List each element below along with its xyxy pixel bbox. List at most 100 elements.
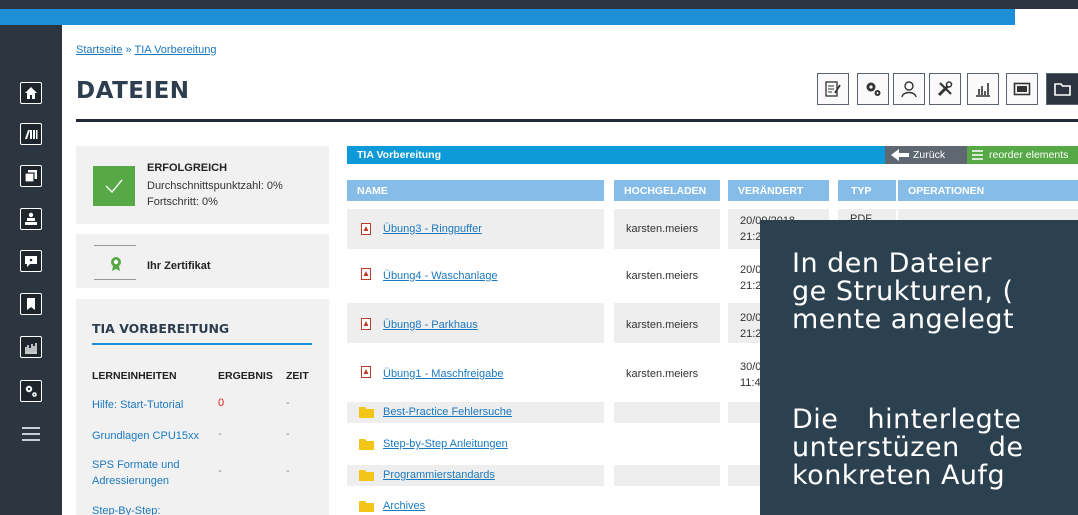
tools-icon (937, 81, 953, 97)
folder-icon (359, 439, 374, 450)
folder-link[interactable]: Archives (383, 500, 425, 512)
column-header-type[interactable]: TYP (838, 180, 896, 201)
nav-library-button[interactable] (20, 123, 42, 145)
page-title: DATEIEN (76, 78, 190, 104)
average-score: Durchschnittspunktzahl: 0% (147, 180, 283, 192)
nav-settings-button[interactable] (20, 380, 42, 402)
stats-icon (976, 83, 990, 97)
user-icon (901, 81, 917, 98)
bookmark-icon (27, 298, 35, 310)
reorder-elements-button[interactable]: reorder elements (967, 146, 1078, 164)
check-icon (105, 179, 123, 194)
course-title-underline (92, 343, 312, 345)
column-header-operations: OPERATIONEN (898, 180, 1078, 201)
screen-icon (1013, 82, 1031, 96)
unit-link[interactable]: SPS Formate und Adressierungen (92, 457, 202, 489)
nav-bookmark-button[interactable] (20, 293, 42, 315)
folder-icon (359, 470, 374, 481)
back-button-label: Zurück (913, 149, 946, 161)
reorder-button-label: reorder elements (989, 149, 1069, 161)
nav-home-button[interactable] (20, 82, 42, 104)
breadcrumb-separator: » (125, 44, 132, 56)
column-header-uploaded[interactable]: HOCHGELADEN (614, 180, 720, 201)
library-icon (25, 130, 38, 139)
list-icon (972, 150, 983, 160)
folder-icon (359, 501, 374, 512)
time-column-header: ZEIT (286, 370, 309, 382)
stats-button[interactable] (967, 73, 999, 105)
nav-copy-button[interactable] (20, 165, 42, 187)
certificate-card[interactable]: Ihr Zertifikat (76, 234, 329, 288)
edit-icon (825, 81, 841, 97)
nav-podium-button[interactable] (20, 208, 42, 230)
top-accent-bar (0, 9, 1015, 25)
user-button[interactable] (893, 73, 925, 105)
menu-icon[interactable] (22, 427, 40, 441)
overlay-text: In den Dateier (792, 248, 992, 279)
file-uploader: karsten.meiers (626, 270, 699, 282)
pdf-file-icon (361, 366, 371, 378)
unit-result: - (218, 465, 222, 477)
files-panel-header: TIA Vorbereitung (347, 146, 885, 164)
folder-link[interactable]: Best-Practice Fehlersuche (383, 406, 512, 418)
course-status-card: ERFOLGREICH Durchschnittspunktzahl: 0% F… (76, 146, 329, 224)
overlay-text: unterstüzen de (792, 432, 1024, 463)
copy-icon (24, 170, 37, 183)
gears-icon (25, 385, 37, 397)
help-overlay: In den Dateier ge Strukturen, ( mente an… (760, 220, 1078, 515)
column-header-name[interactable]: NAME (347, 180, 604, 201)
folder-icon (1054, 83, 1071, 96)
settings-button[interactable] (857, 73, 889, 105)
file-link[interactable]: Übung1 - Maschfreigabe (383, 368, 503, 380)
nav-chart-button[interactable] (20, 336, 42, 358)
arrow-left-icon (891, 149, 909, 161)
column-header-changed[interactable]: VERÄNDERT (728, 180, 829, 201)
breadcrumb: Startseite » TIA Vorbereitung (76, 44, 216, 56)
files-button[interactable] (1046, 73, 1078, 105)
left-navigation (0, 25, 62, 515)
overlay-text: ge Strukturen, ( (792, 276, 1014, 307)
certificate-icon (111, 257, 121, 271)
course-title: TIA VORBEREITUNG (92, 321, 230, 336)
back-button[interactable]: Zurück (885, 146, 967, 164)
success-badge (93, 166, 135, 206)
chart-icon (25, 343, 37, 354)
file-link[interactable]: Übung8 - Parkhaus (383, 319, 478, 331)
unit-time: - (286, 428, 290, 440)
status-title: ERFOLGREICH (147, 162, 228, 174)
file-uploader: karsten.meiers (626, 368, 699, 380)
home-icon (25, 87, 37, 99)
breadcrumb-home-link[interactable]: Startseite (76, 44, 122, 56)
certificate-label: Ihr Zertifikat (147, 260, 211, 272)
podium-icon (25, 212, 37, 225)
top-bar-strip (1015, 9, 1078, 25)
divider (94, 279, 136, 280)
unit-time: - (286, 397, 290, 409)
file-link[interactable]: Übung4 - Waschanlage (383, 270, 498, 282)
units-column-header: LERNEINHEITEN (92, 370, 177, 382)
folder-link[interactable]: Programmierstandards (383, 469, 495, 481)
pdf-file-icon (361, 223, 371, 235)
divider (94, 245, 136, 246)
tools-button[interactable] (929, 73, 961, 105)
pdf-file-icon (361, 318, 371, 330)
overlay-text: Die hinterlegte (792, 404, 1022, 435)
header-divider (76, 119, 1078, 122)
unit-link[interactable]: Step-By-Step: (92, 503, 202, 515)
folder-icon (359, 407, 374, 418)
unit-link[interactable]: Hilfe: Start-Tutorial (92, 397, 202, 413)
file-uploader: karsten.meiers (626, 319, 699, 331)
folder-link[interactable]: Step-by-Step Anleitungen (383, 438, 508, 450)
file-uploader: karsten.meiers (626, 223, 699, 235)
chat-icon (25, 256, 37, 267)
unit-result: 0 (218, 397, 225, 409)
screen-button[interactable] (1006, 73, 1038, 105)
settings-icon (866, 82, 881, 96)
unit-link[interactable]: Grundlagen CPU15xx (92, 428, 202, 444)
nav-chat-button[interactable] (20, 250, 42, 272)
overlay-text: mente angelegt (792, 304, 1015, 335)
breadcrumb-current-link[interactable]: TIA Vorbereitung (135, 44, 217, 56)
course-units-card: TIA VORBEREITUNG LERNEINHEITEN ERGEBNIS … (76, 299, 329, 515)
file-link[interactable]: Übung3 - Ringpuffer (383, 223, 482, 235)
edit-button[interactable] (817, 73, 849, 105)
